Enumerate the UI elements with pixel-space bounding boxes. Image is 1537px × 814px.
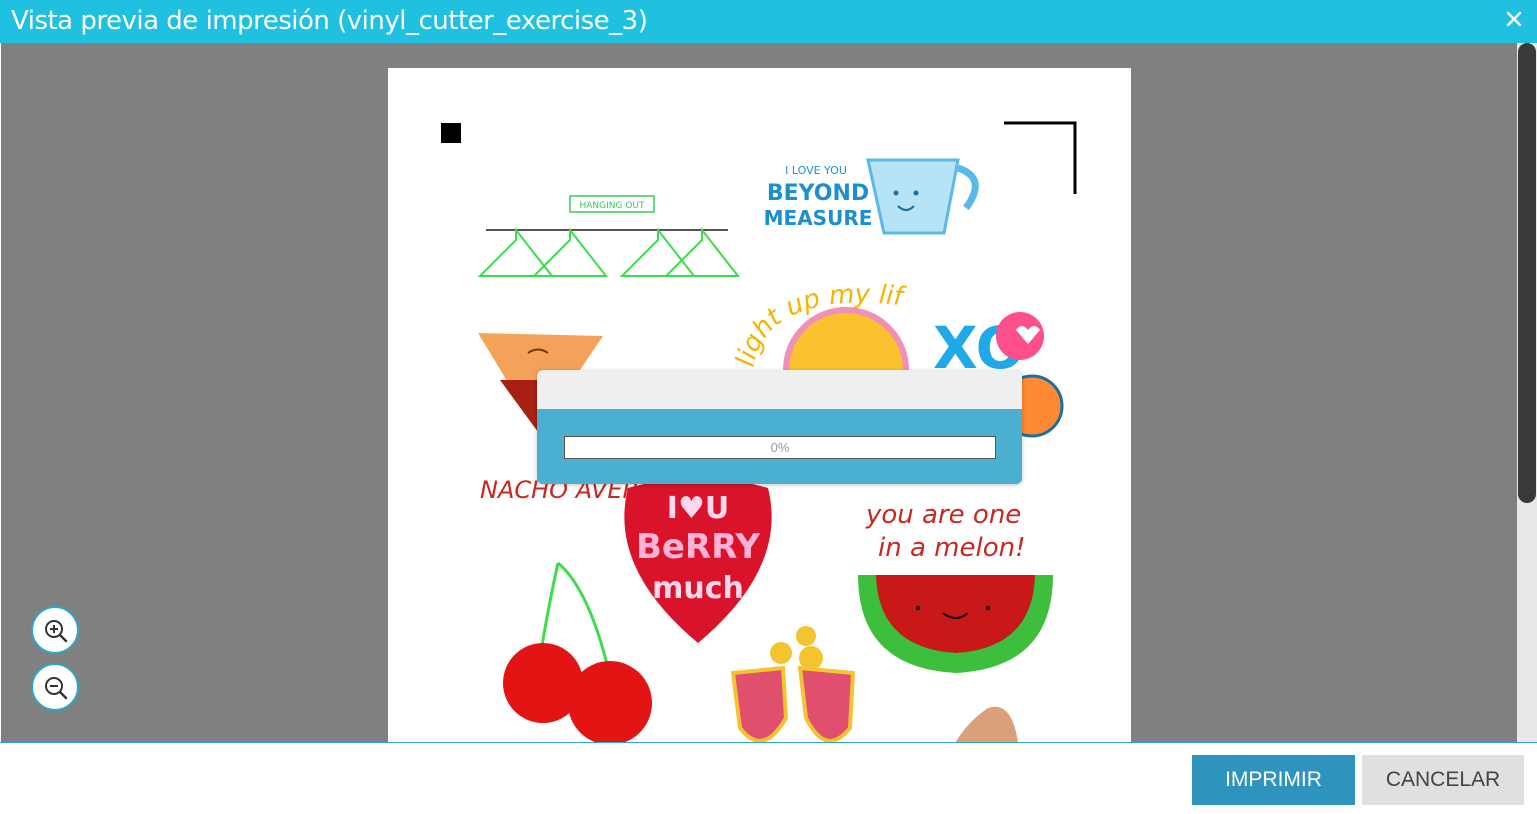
vertical-scrollbar[interactable] — [1517, 43, 1537, 742]
zoom-in-button[interactable] — [31, 606, 79, 654]
registration-mark-corner — [1004, 121, 1077, 194]
print-preview-window: Vista previa de impresión (vinyl_cutter_… — [0, 0, 1537, 814]
svg-text:you are one: you are one — [865, 500, 1021, 530]
svg-text:BEYOND: BEYOND — [767, 181, 869, 206]
registration-mark-square — [441, 123, 461, 143]
progress-dialog: 0% — [537, 370, 1022, 484]
svg-text:I♥U: I♥U — [667, 491, 729, 526]
melon-sticker: you are one in a melon! — [858, 500, 1053, 673]
svg-text:in a melon!: in a melon! — [878, 533, 1026, 563]
zoom-out-icon — [45, 677, 68, 700]
progress-label: 0% — [770, 440, 790, 455]
progress-dialog-header — [537, 370, 1022, 409]
svg-text:MEASURE: MEASURE — [764, 206, 873, 230]
close-icon[interactable] — [1503, 8, 1525, 30]
print-button[interactable]: IMPRIMIR — [1192, 755, 1355, 805]
svg-text:BeRRY: BeRRY — [636, 527, 760, 567]
cancel-button[interactable]: CANCELAR — [1362, 755, 1524, 805]
window-title: Vista previa de impresión (vinyl_cutter_… — [11, 6, 648, 36]
hanging-out-sticker: HANGING OUT — [477, 195, 741, 277]
progress-bar: 0% — [564, 436, 996, 459]
berry-much-sticker: I♥U BeRRY much — [624, 478, 772, 643]
scrollbar-thumb[interactable] — [1518, 43, 1536, 503]
zoom-in-icon — [45, 620, 68, 643]
ice-cream-sticker — [955, 706, 1018, 742]
title-bar: Vista previa de impresión (vinyl_cutter_… — [0, 0, 1537, 43]
wine-glasses-sticker — [730, 626, 856, 742]
zoom-out-button[interactable] — [31, 663, 79, 711]
svg-text:I LOVE YOU: I LOVE YOU — [785, 164, 847, 177]
svg-text:HANGING OUT: HANGING OUT — [579, 201, 645, 211]
dialog-footer: IMPRIMIR CANCELAR — [0, 742, 1537, 814]
beyond-measure-sticker: I LOVE YOU BEYOND MEASURE — [764, 158, 979, 235]
svg-text:much: much — [652, 571, 744, 606]
cherries-sticker — [503, 561, 652, 742]
